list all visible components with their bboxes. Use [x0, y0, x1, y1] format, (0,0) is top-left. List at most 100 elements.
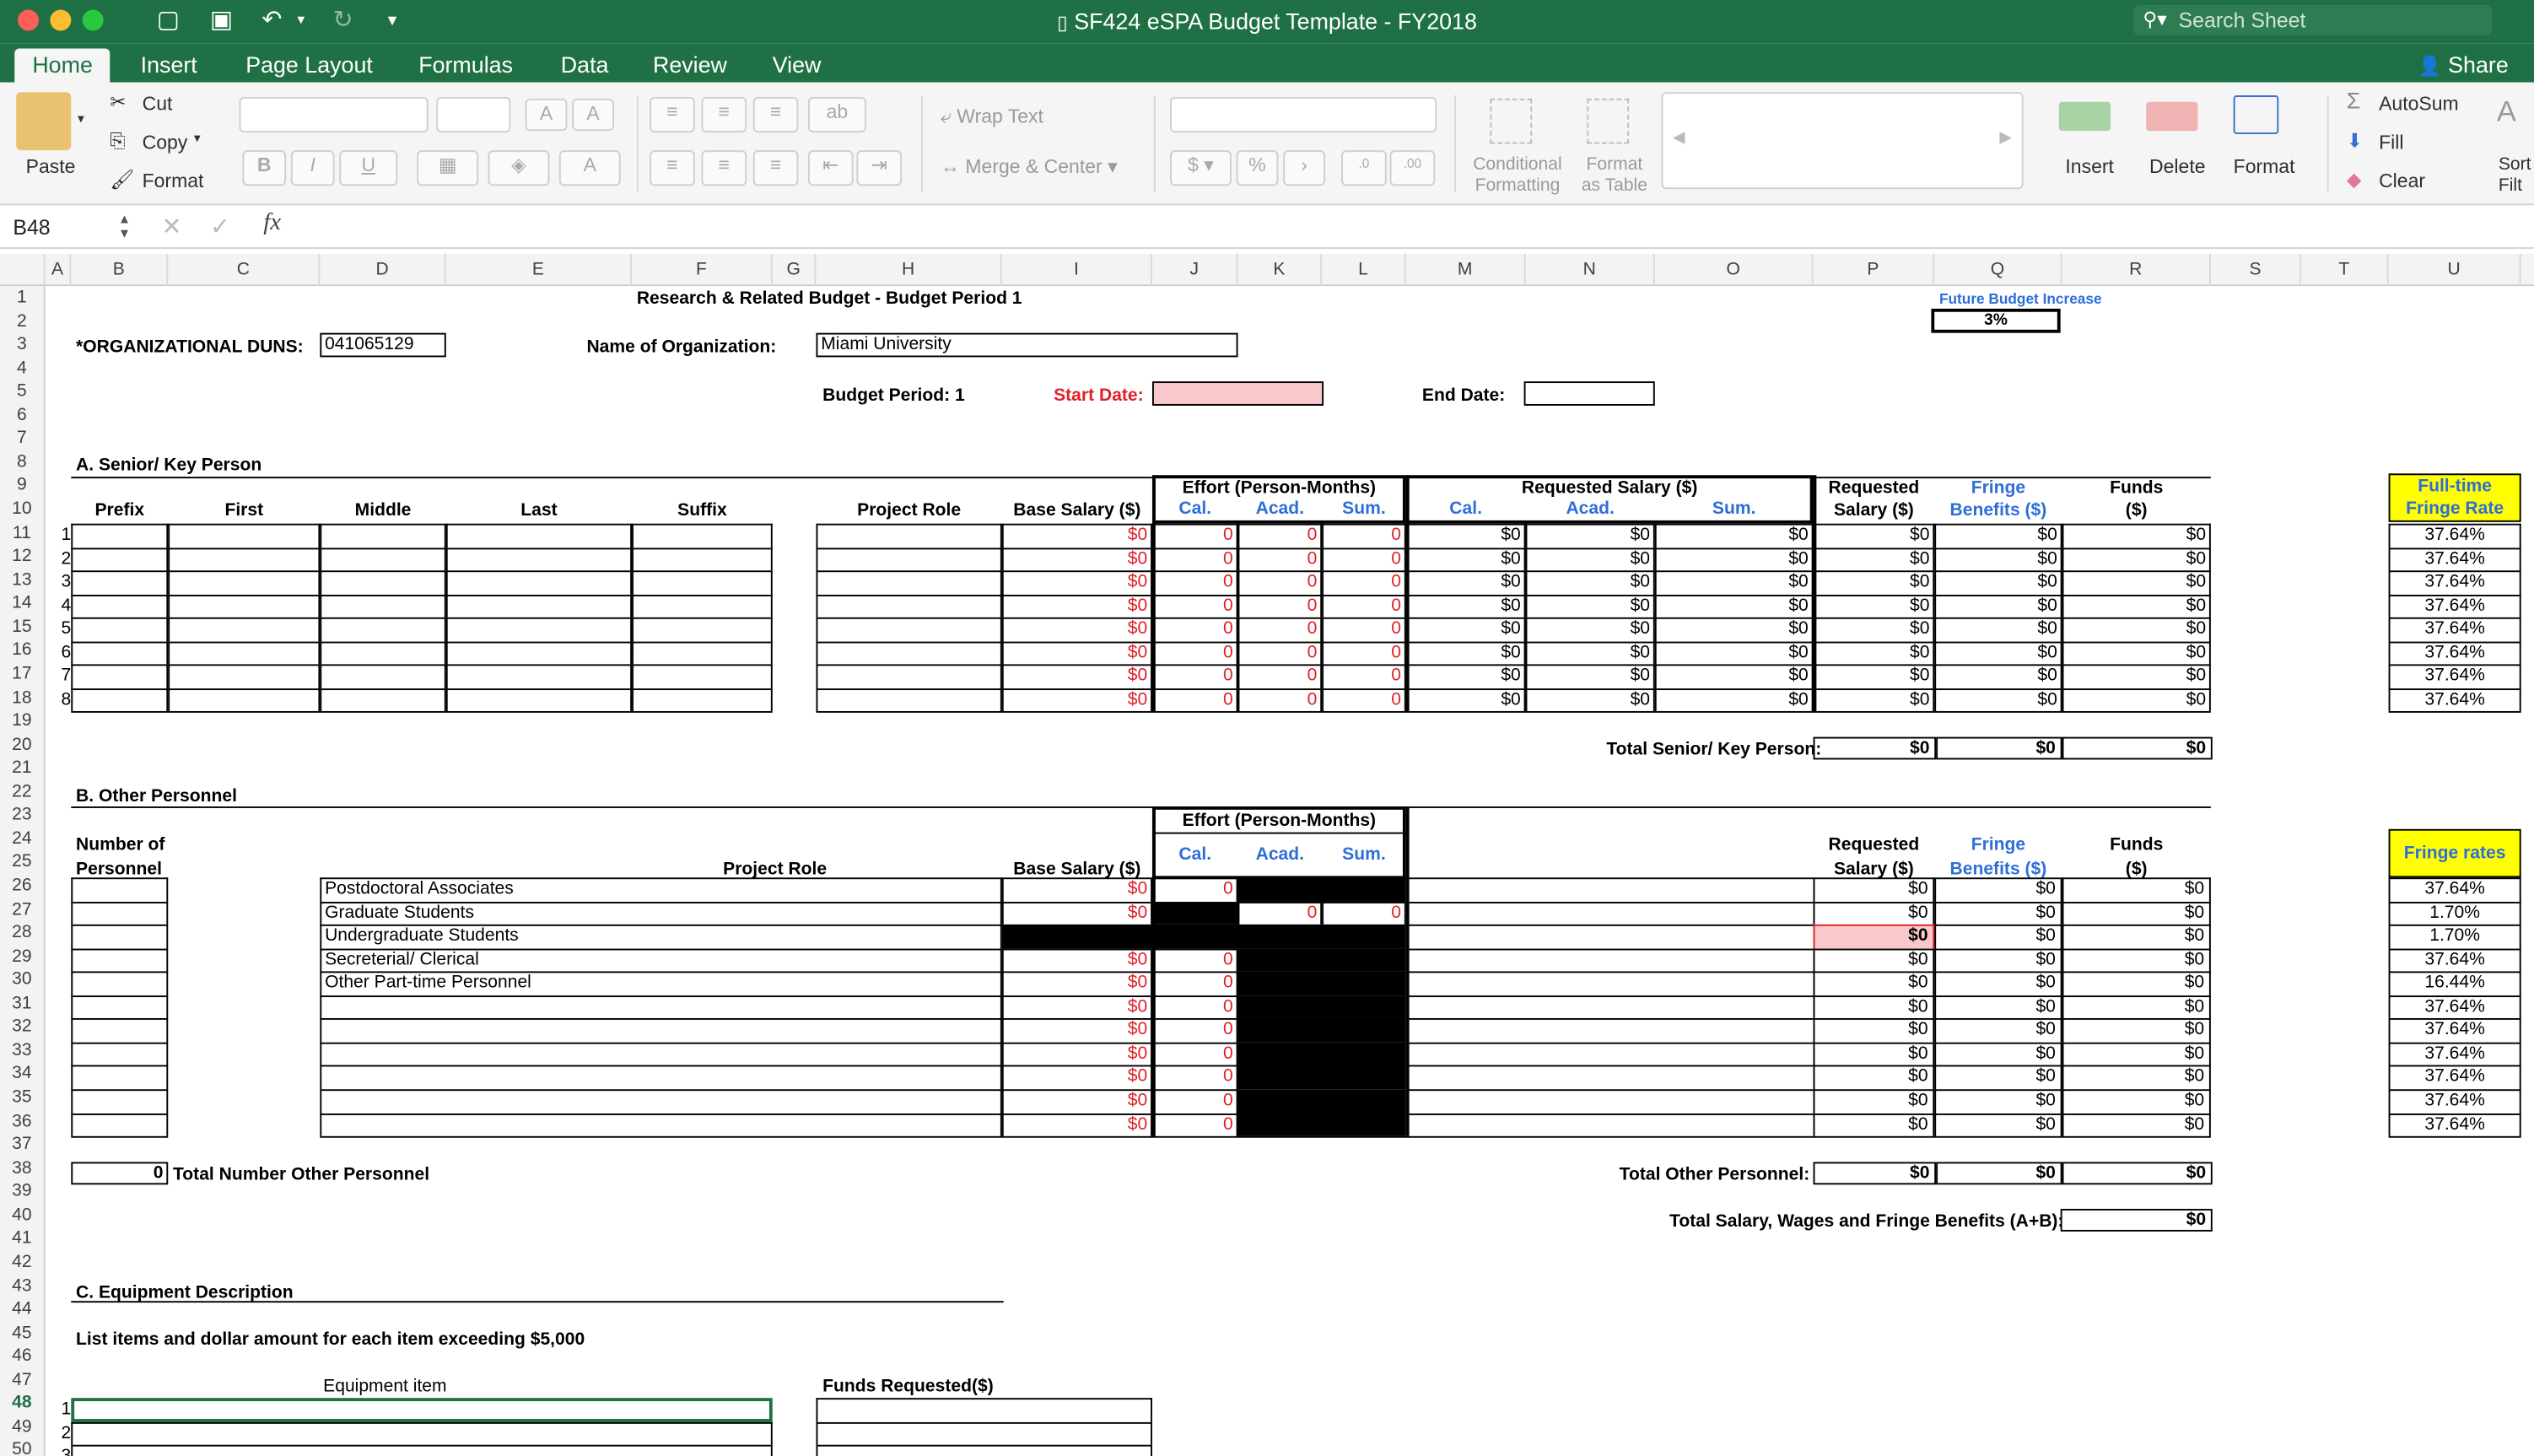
column-header-e[interactable]: E [446, 253, 633, 287]
row-header-27[interactable]: 27 [0, 899, 44, 919]
senior-name-cell[interactable] [632, 594, 773, 618]
duns-input[interactable]: 041065129 [320, 332, 446, 358]
sort-filter-button[interactable]: Sort Filt [2499, 155, 2534, 197]
row-header-39[interactable]: 39 [0, 1182, 44, 1201]
tab-page-layout[interactable]: Page Layout [245, 48, 373, 82]
name-box-stepper-icon[interactable]: ▲ ▼ [118, 212, 131, 240]
share-button[interactable]: 👤 Share [2418, 48, 2509, 82]
align-right-button[interactable]: ≡ [752, 150, 799, 186]
number-of-personnel-cell[interactable] [71, 1089, 169, 1114]
senior-name-cell[interactable] [445, 570, 633, 595]
senior-name-cell[interactable] [445, 547, 633, 571]
decrease-decimal-button[interactable]: .00 [1389, 150, 1436, 186]
tab-review[interactable]: Review [653, 48, 727, 82]
senior-cal-cell[interactable]: 0 [1151, 688, 1238, 712]
other-cal-cell[interactable]: 0 [1151, 947, 1238, 972]
senior-name-cell[interactable] [71, 641, 169, 666]
row-header-40[interactable]: 40 [0, 1205, 44, 1225]
senior-name-cell[interactable] [632, 570, 773, 595]
row-header-4[interactable]: 4 [0, 359, 44, 378]
number-of-personnel-cell[interactable] [71, 1113, 169, 1137]
fill-color-button[interactable]: ◈ [488, 150, 550, 186]
senior-name-cell[interactable] [71, 688, 169, 712]
name-box[interactable]: B48 [13, 215, 50, 240]
senior-name-cell[interactable] [445, 523, 633, 547]
senior-role-cell[interactable] [816, 570, 1002, 595]
senior-sum-cell[interactable]: 0 [1322, 665, 1406, 688]
other-base-salary-cell[interactable]: $0 [1001, 877, 1152, 902]
align-top-button[interactable]: ≡ [650, 96, 695, 133]
column-header-f[interactable]: F [632, 253, 773, 287]
row-header-15[interactable]: 15 [0, 617, 44, 637]
row-header-10[interactable]: 10 [0, 499, 44, 519]
number-of-personnel-cell[interactable] [71, 1065, 169, 1090]
fill-button[interactable]: Fill [2379, 131, 2403, 154]
senior-base-cell[interactable]: $0 [1001, 641, 1152, 666]
other-cal-cell[interactable]: 0 [1151, 1065, 1238, 1090]
row-header-2[interactable]: 2 [0, 311, 44, 331]
row-header-47[interactable]: 47 [0, 1370, 44, 1389]
senior-base-cell[interactable]: $0 [1001, 688, 1152, 712]
column-header-s[interactable]: S [2211, 253, 2302, 287]
merge-center-button[interactable]: ↔ Merge & Center ▾ [941, 155, 1118, 178]
senior-base-cell[interactable]: $0 [1001, 570, 1152, 595]
copy-dropdown-icon[interactable]: ▾ [194, 131, 201, 145]
number-of-personnel-cell[interactable] [71, 947, 169, 972]
column-header-d[interactable]: D [320, 253, 446, 287]
senior-sum-cell[interactable]: 0 [1322, 547, 1406, 571]
other-base-salary-cell[interactable]: $0 [1001, 1018, 1152, 1043]
senior-name-cell[interactable] [320, 688, 446, 712]
senior-base-cell[interactable]: $0 [1001, 617, 1152, 642]
other-personnel-role-cell[interactable]: Undergraduate Students [320, 925, 1002, 948]
senior-name-cell[interactable] [71, 665, 169, 688]
column-header-u[interactable]: U [2389, 253, 2521, 287]
number-format-select[interactable] [1170, 96, 1437, 133]
delete-button[interactable]: Delete [2149, 155, 2205, 178]
row-header-23[interactable]: 23 [0, 806, 44, 825]
number-of-personnel-cell[interactable] [71, 1018, 169, 1043]
senior-cal-cell[interactable]: 0 [1151, 641, 1238, 666]
senior-name-cell[interactable] [168, 570, 321, 595]
cancel-edit-icon[interactable]: ✕ [162, 212, 182, 241]
row-header-30[interactable]: 30 [0, 970, 44, 990]
senior-name-cell[interactable] [632, 665, 773, 688]
font-size-select[interactable] [436, 96, 511, 133]
orientation-button[interactable]: ab [807, 96, 866, 133]
column-header-g[interactable]: G [773, 253, 817, 287]
senior-sum-cell[interactable]: 0 [1322, 594, 1406, 618]
tab-formulas[interactable]: Formulas [418, 48, 513, 82]
other-personnel-role-cell[interactable] [320, 1089, 1002, 1114]
row-header-11[interactable]: 11 [0, 523, 44, 542]
decrease-font-button[interactable]: A [572, 98, 615, 132]
senior-name-cell[interactable] [445, 594, 633, 618]
senior-role-cell[interactable] [816, 594, 1002, 618]
senior-role-cell[interactable] [816, 688, 1002, 712]
senior-name-cell[interactable] [320, 641, 446, 666]
row-header-8[interactable]: 8 [0, 452, 44, 472]
decrease-indent-button[interactable]: ⇤ [807, 150, 854, 186]
align-middle-button[interactable]: ≡ [701, 96, 747, 133]
column-header-c[interactable]: C [168, 253, 321, 287]
senior-role-cell[interactable] [816, 523, 1002, 547]
tab-insert[interactable]: Insert [141, 48, 197, 82]
other-personnel-role-cell[interactable]: Other Part-time Personnel [320, 971, 1002, 995]
senior-name-cell[interactable] [71, 523, 169, 547]
other-base-salary-cell[interactable]: $0 [1001, 1089, 1152, 1114]
row-header-48[interactable]: 48 [0, 1394, 44, 1413]
senior-cal-cell[interactable]: 0 [1151, 617, 1238, 642]
gallery-right-arrow-icon[interactable]: ▶ [1999, 129, 2012, 147]
row-header-9[interactable]: 9 [0, 476, 44, 495]
other-base-salary-cell[interactable]: $0 [1001, 971, 1152, 995]
senior-name-cell[interactable] [168, 641, 321, 666]
senior-name-cell[interactable] [168, 547, 321, 571]
row-header-17[interactable]: 17 [0, 664, 44, 683]
row-header-18[interactable]: 18 [0, 688, 44, 707]
italic-button[interactable]: I [290, 150, 335, 186]
senior-name-cell[interactable] [632, 641, 773, 666]
senior-name-cell[interactable] [168, 617, 321, 642]
equipment-funds-cell[interactable] [816, 1444, 1152, 1456]
column-header-k[interactable]: K [1238, 253, 1323, 287]
borders-button[interactable]: ▦ [417, 150, 479, 186]
number-of-personnel-cell[interactable] [71, 925, 169, 948]
senior-cal-cell[interactable]: 0 [1151, 594, 1238, 618]
